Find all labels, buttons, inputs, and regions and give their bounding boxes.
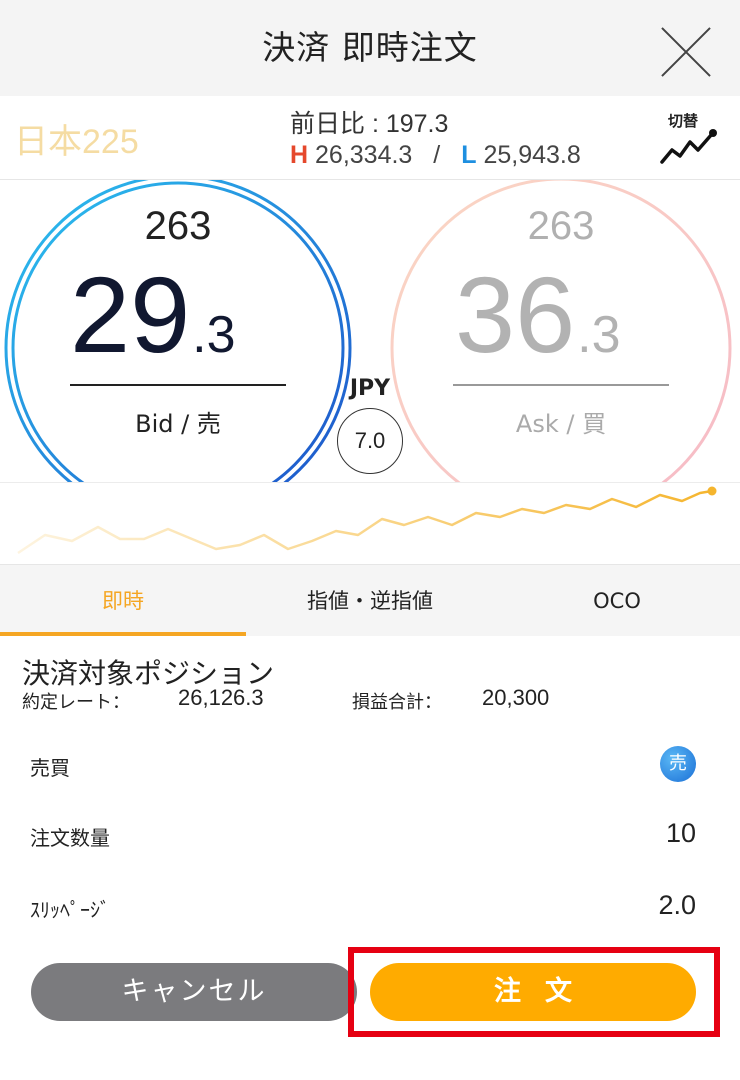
cancel-button[interactable]: キャンセル bbox=[31, 963, 357, 1021]
low-marker: L bbox=[461, 141, 477, 169]
quantity-value[interactable]: 10 bbox=[666, 818, 696, 849]
prev-value: 197.3 bbox=[385, 110, 449, 138]
currency-label: JPY bbox=[349, 376, 391, 401]
high-low-row: H 26,334.3 / L 25,943.8 bbox=[290, 141, 581, 170]
low-value: 25,943.8 bbox=[483, 141, 581, 169]
high-low-separator: / bbox=[433, 141, 441, 169]
high-value: 26,334.3 bbox=[315, 141, 413, 169]
pnl-label: 損益合計： bbox=[352, 692, 442, 713]
sparkline-end-marker bbox=[707, 486, 717, 496]
header-bar: 決済 即時注文 bbox=[0, 0, 740, 96]
ask-price[interactable]: 36.3 bbox=[455, 252, 685, 377]
bid-label: Bid / 売 bbox=[135, 410, 221, 438]
bid-price-decimal: .3 bbox=[192, 306, 236, 364]
order-button[interactable]: 注文 bbox=[370, 963, 696, 1021]
active-tab-indicator bbox=[0, 632, 246, 636]
sparkline-chart bbox=[17, 486, 717, 555]
rate-label: 約定レート： bbox=[22, 692, 130, 713]
ask-price-main: 36 bbox=[455, 254, 576, 375]
ask-label: Ask / 買 bbox=[515, 410, 607, 438]
tab-limit-stop[interactable]: 指値・逆指値 bbox=[246, 565, 494, 637]
bid-prefix: 263 bbox=[144, 204, 212, 248]
order-type-tabs: 即時 指値・逆指値 OCO bbox=[0, 564, 740, 636]
quote-panel: 263 29.3 Bid / 売 263 36.3 Ask / 買 JPY 7.… bbox=[0, 180, 740, 482]
bid-price-main: 29 bbox=[70, 254, 191, 375]
trend-chart-icon[interactable] bbox=[658, 128, 722, 168]
page-title: 決済 即時注文 bbox=[262, 28, 478, 67]
ask-price-decimal: .3 bbox=[577, 306, 621, 364]
rate-value: 26,126.3 bbox=[178, 685, 264, 710]
quantity-label: 注文数量 bbox=[30, 826, 110, 850]
sell-side-badge: 売 bbox=[660, 746, 696, 782]
ask-prefix: 263 bbox=[527, 204, 595, 248]
close-icon[interactable] bbox=[660, 26, 712, 78]
price-sparkline bbox=[0, 482, 740, 564]
ask-divider bbox=[453, 384, 669, 386]
bid-divider bbox=[70, 384, 286, 386]
tab-immediate[interactable]: 即時 bbox=[0, 565, 246, 637]
instrument-name: 日本225 bbox=[14, 123, 139, 161]
sparkline-series bbox=[17, 489, 713, 555]
slippage-label: ｽﾘｯﾍﾟｰｼﾞ bbox=[30, 898, 110, 922]
tab-oco[interactable]: OCO bbox=[494, 565, 740, 637]
side-label: 売買 bbox=[30, 756, 70, 780]
previous-day-change: 前日比 : 197.3 bbox=[290, 104, 448, 140]
pnl-value: 20,300 bbox=[482, 685, 550, 710]
bid-price[interactable]: 29.3 bbox=[70, 252, 300, 377]
prev-label: 前日比 : bbox=[290, 110, 386, 138]
slippage-value[interactable]: 2.0 bbox=[658, 890, 696, 921]
high-marker: H bbox=[290, 141, 309, 169]
instrument-info: 日本225 前日比 : 197.3 H 26,334.3 / L 25,943.… bbox=[0, 96, 740, 180]
spread-badge: 7.0 bbox=[337, 408, 403, 474]
